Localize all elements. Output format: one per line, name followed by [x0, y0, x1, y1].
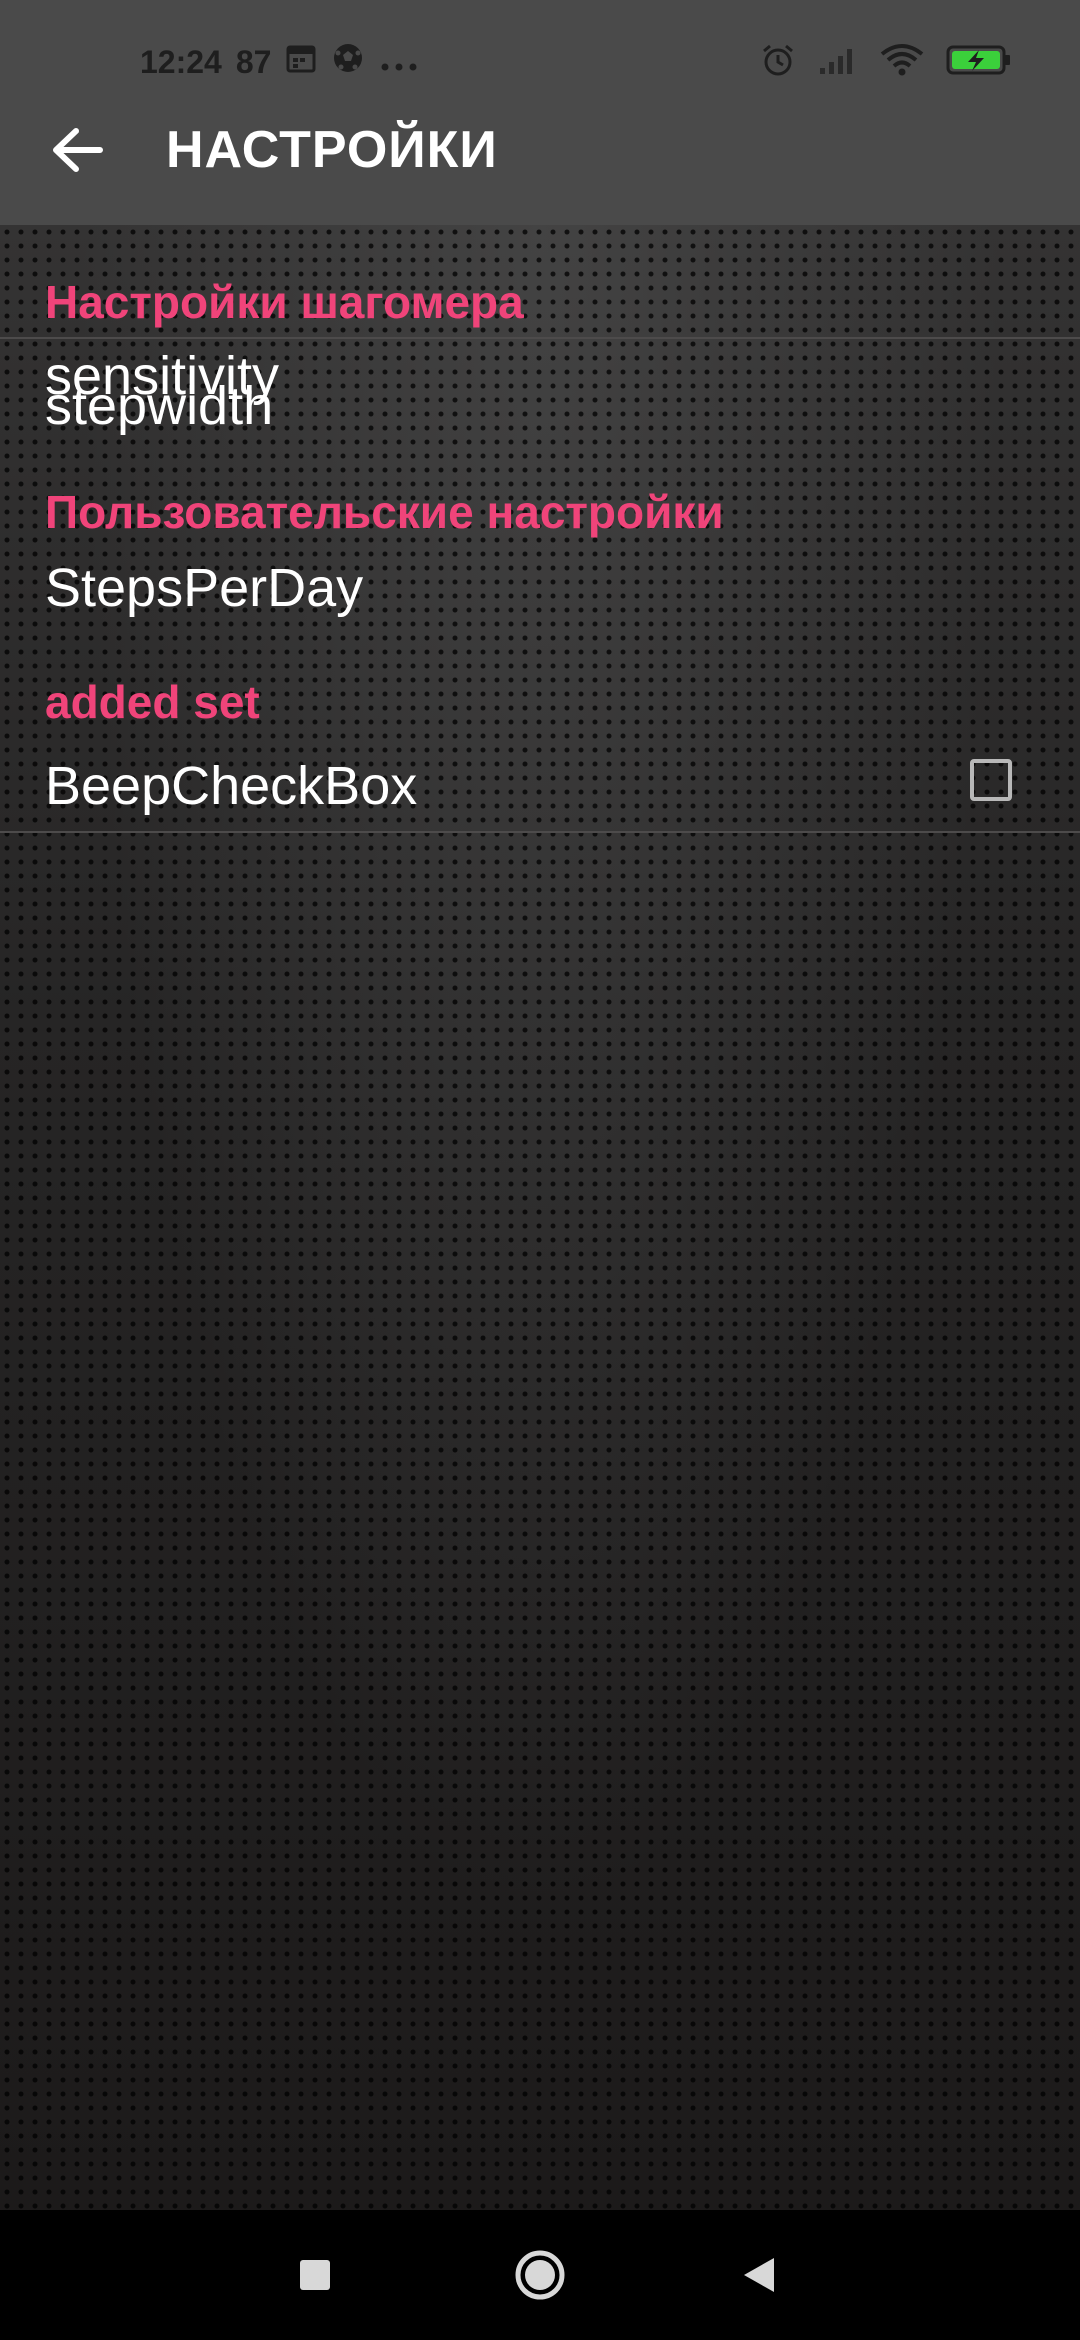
section-header-pedometer: Настройки шагомера — [45, 276, 524, 328]
divider — [0, 337, 1080, 339]
recent-apps-button[interactable] — [255, 2210, 375, 2340]
home-icon — [515, 2250, 565, 2300]
divider — [0, 831, 1080, 833]
status-left: 12:24 87 — [140, 42, 419, 82]
app-bar: НАСТРОЙКИ — [0, 120, 1080, 225]
navigation-bar — [0, 2210, 1080, 2340]
page-title: НАСТРОЙКИ — [166, 121, 498, 179]
alarm-icon — [760, 42, 796, 83]
pref-item-steps-per-day[interactable]: StepsPerDay — [0, 545, 1080, 660]
status-right — [760, 42, 1012, 82]
recent-apps-icon — [300, 2260, 330, 2290]
more-dots-icon — [379, 44, 419, 81]
status-time: 12:24 — [140, 43, 222, 80]
wifi-icon — [880, 43, 924, 82]
section-header-added: added set — [45, 676, 260, 728]
signal-icon — [818, 44, 858, 81]
section-header-user: Пользовательские настройки — [45, 486, 724, 538]
calendar-icon — [285, 42, 317, 82]
status-notification-count: 87 — [235, 43, 272, 80]
beep-checkbox[interactable] — [970, 759, 1012, 801]
pref-item-beep-checkbox[interactable]: BeepCheckBox — [0, 725, 1080, 825]
pref-title-steps-per-day: StepsPerDay — [45, 558, 364, 618]
arrow-left-icon — [53, 128, 103, 172]
status-bar: 12:24 87 — [0, 0, 1080, 120]
back-icon — [744, 2258, 774, 2292]
back-button[interactable] — [38, 120, 118, 180]
soccer-ball-icon — [331, 41, 365, 83]
pref-title-stepwidth: stepwidth — [45, 376, 274, 436]
pref-title-beep-checkbox: BeepCheckBox — [45, 756, 418, 816]
home-button[interactable] — [480, 2210, 600, 2340]
preferences-list: Настройки шагомера sensitivity stepwidth… — [0, 225, 1080, 2210]
back-nav-button[interactable] — [700, 2210, 820, 2340]
pref-item-stepwidth[interactable]: stepwidth — [0, 340, 1080, 445]
battery-charging-icon — [946, 44, 1012, 81]
